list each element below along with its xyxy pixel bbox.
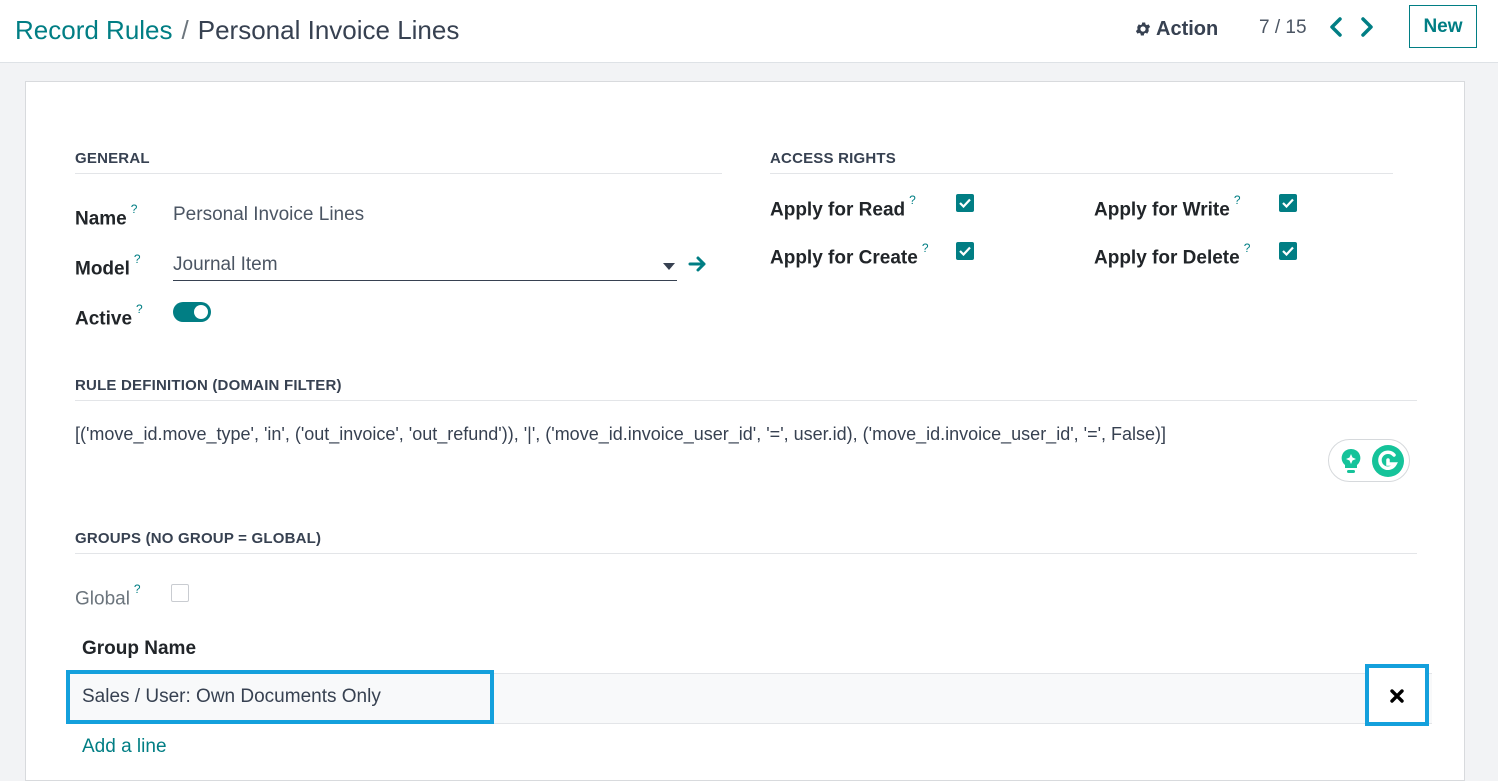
help-tooltip-icon[interactable]: ? bbox=[136, 302, 143, 316]
breadcrumb-current-record: Personal Invoice Lines bbox=[197, 15, 460, 45]
action-label: Action bbox=[1156, 17, 1219, 40]
active-toggle[interactable] bbox=[173, 302, 211, 322]
toggle-knob bbox=[194, 305, 208, 319]
group-name-column-header[interactable]: Group Name bbox=[82, 638, 196, 660]
group-name-cell[interactable]: Sales / User: Own Documents Only bbox=[66, 670, 494, 724]
breadcrumb: Record Rules / Personal Invoice Lines bbox=[15, 14, 459, 46]
apply-delete-checkbox[interactable] bbox=[1279, 242, 1297, 260]
group-name-value: Sales / User: Own Documents Only bbox=[82, 686, 381, 707]
remove-row-button[interactable] bbox=[1365, 664, 1429, 726]
help-tooltip-icon[interactable]: ? bbox=[922, 241, 929, 255]
breadcrumb-record-rules-link[interactable]: Record Rules bbox=[15, 15, 173, 45]
action-menu-button[interactable]: Action bbox=[1134, 16, 1218, 42]
name-label: Name? bbox=[75, 202, 138, 230]
add-line-link[interactable]: Add a line bbox=[82, 736, 167, 758]
section-groups-title: GROUPS (NO GROUP = GLOBAL) bbox=[75, 529, 1417, 554]
apply-create-label: Apply for Create? bbox=[770, 241, 929, 269]
apply-read-checkbox[interactable] bbox=[956, 194, 974, 212]
help-tooltip-icon[interactable]: ? bbox=[131, 202, 138, 216]
apply-write-label: Apply for Write? bbox=[1094, 193, 1241, 221]
global-checkbox[interactable] bbox=[171, 584, 189, 602]
model-select-value: Journal Item bbox=[173, 254, 278, 275]
apply-delete-label: Apply for Delete? bbox=[1094, 241, 1251, 269]
section-rule-definition-title: RULE DEFINITION (DOMAIN FILTER) bbox=[75, 376, 1417, 401]
domain-filter-field[interactable]: [('move_id.move_type', 'in', ('out_invoi… bbox=[75, 422, 1166, 446]
chevron-right-icon[interactable] bbox=[1358, 16, 1376, 38]
model-label: Model? bbox=[75, 252, 141, 280]
new-record-button[interactable]: New bbox=[1409, 5, 1477, 48]
breadcrumb-separator: / bbox=[181, 15, 189, 45]
name-field[interactable]: Personal Invoice Lines bbox=[173, 203, 364, 227]
checkmark-icon bbox=[959, 246, 971, 256]
form-sheet: GENERAL Name? Personal Invoice Lines Mod… bbox=[25, 81, 1465, 781]
help-tooltip-icon[interactable]: ? bbox=[1234, 193, 1241, 207]
gear-icon bbox=[1135, 22, 1151, 36]
checkmark-icon bbox=[959, 198, 971, 208]
control-panel: Record Rules / Personal Invoice Lines Acti… bbox=[0, 0, 1498, 63]
help-tooltip-icon[interactable]: ? bbox=[909, 193, 916, 207]
help-tooltip-icon[interactable]: ? bbox=[134, 252, 141, 266]
checkmark-icon bbox=[1282, 246, 1294, 256]
help-tooltip-icon[interactable]: ? bbox=[1244, 241, 1251, 255]
pager-value[interactable]: 7 / 15 bbox=[1259, 17, 1307, 39]
help-tooltip-icon[interactable]: ? bbox=[134, 582, 141, 596]
grammarly-logo-icon bbox=[1372, 445, 1404, 477]
apply-write-checkbox[interactable] bbox=[1279, 194, 1297, 212]
caret-down-icon bbox=[663, 263, 675, 270]
section-general-title: GENERAL bbox=[75, 149, 722, 174]
section-access-rights-title: ACCESS RIGHTS bbox=[770, 149, 1393, 174]
checkmark-icon bbox=[1282, 198, 1294, 208]
apply-create-checkbox[interactable] bbox=[956, 242, 974, 260]
arrow-right-icon[interactable] bbox=[688, 254, 708, 274]
chevron-left-icon[interactable] bbox=[1327, 16, 1345, 38]
lightbulb-icon bbox=[1341, 448, 1361, 473]
global-label: Global? bbox=[75, 582, 141, 610]
grammarly-widget[interactable] bbox=[1328, 439, 1410, 482]
model-select[interactable]: Journal Item bbox=[173, 253, 677, 281]
close-icon bbox=[1390, 689, 1404, 703]
apply-read-label: Apply for Read? bbox=[770, 193, 916, 221]
active-label: Active? bbox=[75, 302, 143, 330]
